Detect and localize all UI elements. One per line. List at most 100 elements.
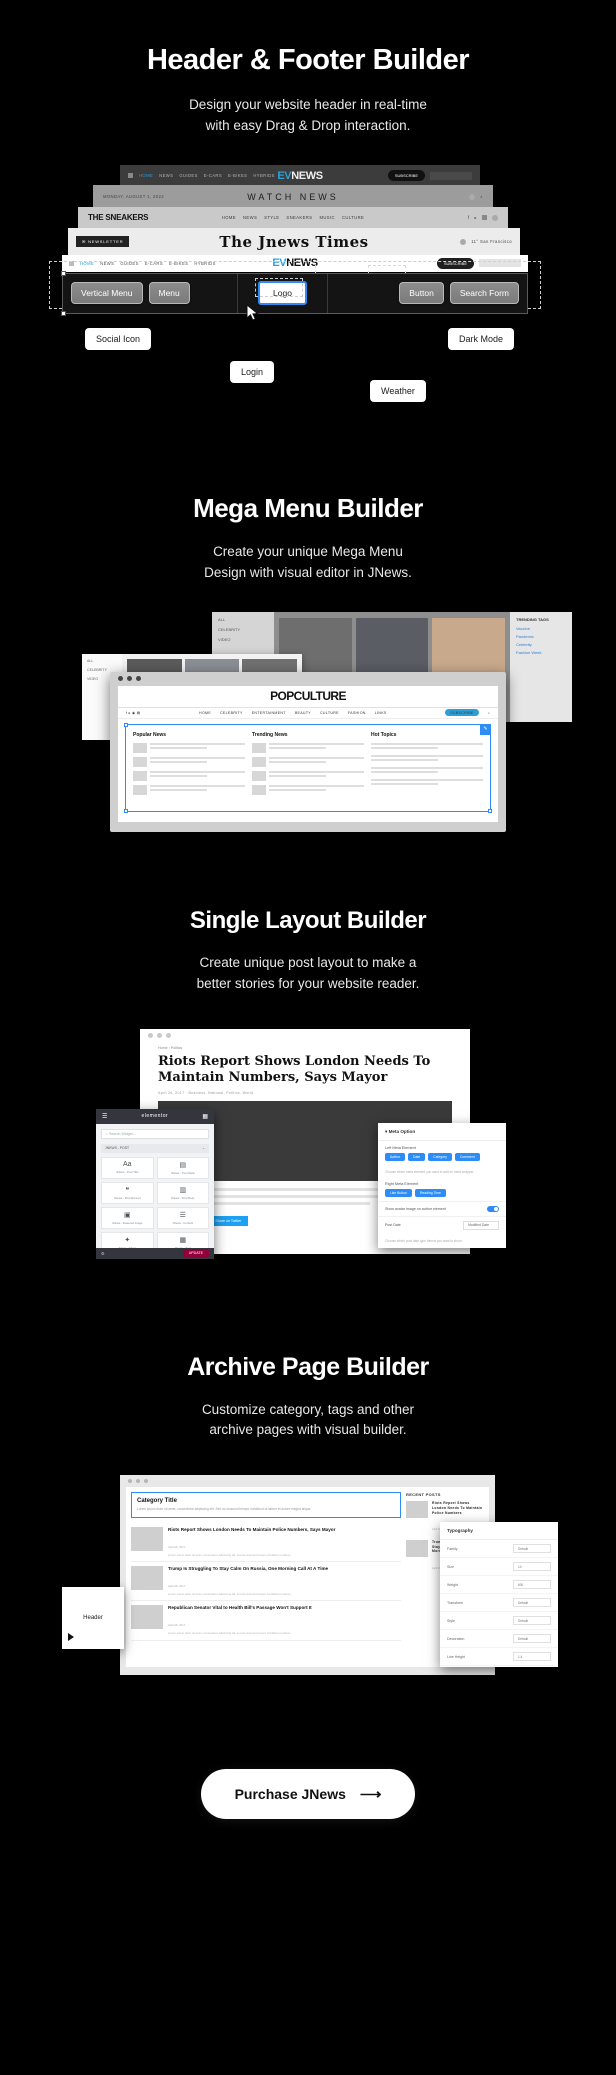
- tag-link[interactable]: Vaccine: [516, 626, 566, 631]
- meta-tag[interactable]: Like Button: [385, 1188, 412, 1197]
- list-item[interactable]: [252, 742, 364, 753]
- nav-link[interactable]: E-BIKES: [228, 173, 247, 178]
- header-edit-canvas[interactable]: Vertical Menu Menu Logo Button Search Fo…: [62, 272, 528, 314]
- widget-chip-social-icon[interactable]: Social Icon: [85, 327, 152, 350]
- typography-row[interactable]: Transform Default: [440, 1594, 558, 1613]
- meta-tag[interactable]: Date: [408, 1152, 426, 1161]
- nav-link[interactable]: E-BIKES: [169, 261, 188, 266]
- category-item[interactable]: ALL: [87, 659, 117, 663]
- twitter-icon[interactable]: ▸: [474, 215, 477, 220]
- category-item[interactable]: CELEBRITY: [218, 627, 268, 632]
- widget-section-header[interactable]: JNEWS - POST ⌄: [101, 1143, 209, 1153]
- nav-link[interactable]: HYBRIDS: [194, 261, 215, 266]
- subscribe-button[interactable]: SUBSCRIBE: [436, 257, 474, 269]
- typography-row[interactable]: Weight 600: [440, 1576, 558, 1595]
- post-date-row[interactable]: Post Date Modified Date: [378, 1215, 506, 1234]
- nav-link[interactable]: FASHION: [348, 711, 366, 715]
- mega-menu-edit-panel[interactable]: ✎ Popular News Trending News Hot Topics: [124, 722, 492, 813]
- tag-link[interactable]: Fashion Week: [516, 650, 566, 655]
- nav-link[interactable]: HYBRIDS: [253, 173, 274, 178]
- instagram-icon[interactable]: [482, 215, 487, 221]
- category-header-block[interactable]: Category Title Lorem ipsum dolor sit ame…: [131, 1492, 401, 1519]
- category-item[interactable]: ALL: [218, 617, 268, 622]
- list-item[interactable]: [252, 756, 364, 767]
- list-item[interactable]: [371, 742, 483, 751]
- nav-link[interactable]: NEWS: [159, 173, 173, 178]
- post-date-select[interactable]: Modified Date: [463, 1220, 499, 1230]
- row-select[interactable]: 600: [513, 1580, 551, 1590]
- resize-handle[interactable]: [124, 808, 128, 813]
- widget-vertical-menu[interactable]: Vertical Menu: [71, 282, 143, 305]
- row-select[interactable]: 14: [513, 1562, 551, 1572]
- canvas-column-left[interactable]: Vertical Menu Menu: [63, 273, 238, 313]
- nav-link[interactable]: LINKS: [375, 711, 387, 715]
- social-icons[interactable]: f ▸ ◉ ▤: [126, 711, 140, 715]
- widget-card[interactable]: ▤ JNews - Post Meta: [156, 1156, 209, 1179]
- nav-link[interactable]: MUSIC: [319, 215, 335, 220]
- list-item[interactable]: [252, 784, 364, 795]
- list-item[interactable]: [252, 770, 364, 781]
- typography-row[interactable]: Decoration Default: [440, 1630, 558, 1649]
- widget-card[interactable]: ☰ JNews - Content: [156, 1206, 209, 1229]
- meta-tag[interactable]: Comment: [454, 1152, 480, 1161]
- widget-card[interactable]: ▣ JNews - Featured Image: [101, 1206, 154, 1229]
- nav-link[interactable]: NEWS: [243, 215, 257, 220]
- row-select[interactable]: Default: [513, 1616, 551, 1626]
- nav-link[interactable]: HOME: [80, 261, 94, 266]
- resize-handle[interactable]: [488, 808, 492, 813]
- nav-link[interactable]: SNEAKERS: [286, 215, 312, 220]
- hamburger-icon[interactable]: [69, 260, 74, 266]
- nav-link[interactable]: HOME: [199, 711, 211, 715]
- nav-link[interactable]: E-CARS: [204, 173, 222, 178]
- meta-tag[interactable]: Category: [428, 1152, 452, 1161]
- grid-icon[interactable]: ▦: [202, 1113, 208, 1120]
- widget-search-form[interactable]: Search Form: [449, 282, 519, 305]
- purchase-jnews-button[interactable]: Purchase JNews ⟶: [200, 1769, 416, 1820]
- moon-icon[interactable]: [469, 193, 476, 200]
- subscribe-button[interactable]: SUBSCRIBE: [445, 709, 479, 717]
- table-row[interactable]: Republican Senator Vital to Health Bill'…: [131, 1601, 401, 1641]
- meta-tag[interactable]: Author: [385, 1152, 405, 1161]
- settings-gear-icon[interactable]: ⚙: [101, 1251, 105, 1256]
- search-widget-input[interactable]: ⌕ Search Widget...: [101, 1128, 209, 1139]
- search-input[interactable]: [479, 259, 521, 268]
- nav-link[interactable]: NEWS: [100, 261, 114, 266]
- widget-logo-selected[interactable]: Logo: [255, 278, 307, 306]
- edit-pencil-icon[interactable]: ✎: [480, 723, 491, 735]
- widget-chip-login[interactable]: Login: [230, 360, 275, 383]
- typography-row[interactable]: Family Default: [440, 1540, 558, 1559]
- nav-link[interactable]: HOME: [139, 173, 153, 178]
- table-row[interactable]: Riots Report Shows London Needs To Maint…: [131, 1523, 401, 1563]
- nav-link[interactable]: E-CARS: [145, 261, 163, 266]
- nav-link[interactable]: CULTURE: [320, 711, 339, 715]
- avatar-toggle[interactable]: [487, 1205, 499, 1212]
- nav-link[interactable]: GUIDES: [120, 261, 138, 266]
- nav-link[interactable]: BEAUTY: [295, 711, 311, 715]
- list-item[interactable]: [371, 778, 483, 787]
- meta-tag[interactable]: Reading Time: [414, 1188, 446, 1197]
- category-item[interactable]: VIDEO: [218, 637, 268, 642]
- list-item[interactable]: [133, 742, 245, 753]
- tag-link[interactable]: Celebrity: [516, 642, 566, 647]
- list-item[interactable]: [133, 784, 245, 795]
- typography-row[interactable]: Style Default: [440, 1612, 558, 1631]
- avatar-toggle-row[interactable]: Show avatar image on author element: [378, 1200, 506, 1216]
- list-item[interactable]: [371, 766, 483, 775]
- nav-link[interactable]: CULTURE: [342, 215, 364, 220]
- newsletter-button[interactable]: ✉ NEWSLETTER: [76, 236, 130, 248]
- canvas-column-right[interactable]: Button Search Form: [328, 274, 527, 313]
- tag-link[interactable]: Pandemic: [516, 634, 566, 639]
- widget-chip-dark-mode[interactable]: Dark Mode: [448, 327, 515, 350]
- widget-button[interactable]: Button: [399, 282, 444, 305]
- hamburger-icon[interactable]: ☰: [102, 1113, 107, 1120]
- nav-link[interactable]: STYLE: [264, 215, 279, 220]
- typography-row[interactable]: Line Height 1.4: [440, 1648, 558, 1667]
- widget-card[interactable]: ❝ JNews - Post Excerpt: [101, 1181, 154, 1204]
- resize-handle-bottom-left[interactable]: [61, 310, 66, 316]
- nav-link[interactable]: GUIDES: [179, 173, 197, 178]
- resize-handle-top-left[interactable]: [61, 270, 66, 276]
- row-select[interactable]: Default: [513, 1598, 551, 1608]
- row-select[interactable]: Default: [513, 1544, 551, 1554]
- search-input[interactable]: [430, 171, 472, 180]
- header-preview-chip[interactable]: Header: [62, 1587, 124, 1650]
